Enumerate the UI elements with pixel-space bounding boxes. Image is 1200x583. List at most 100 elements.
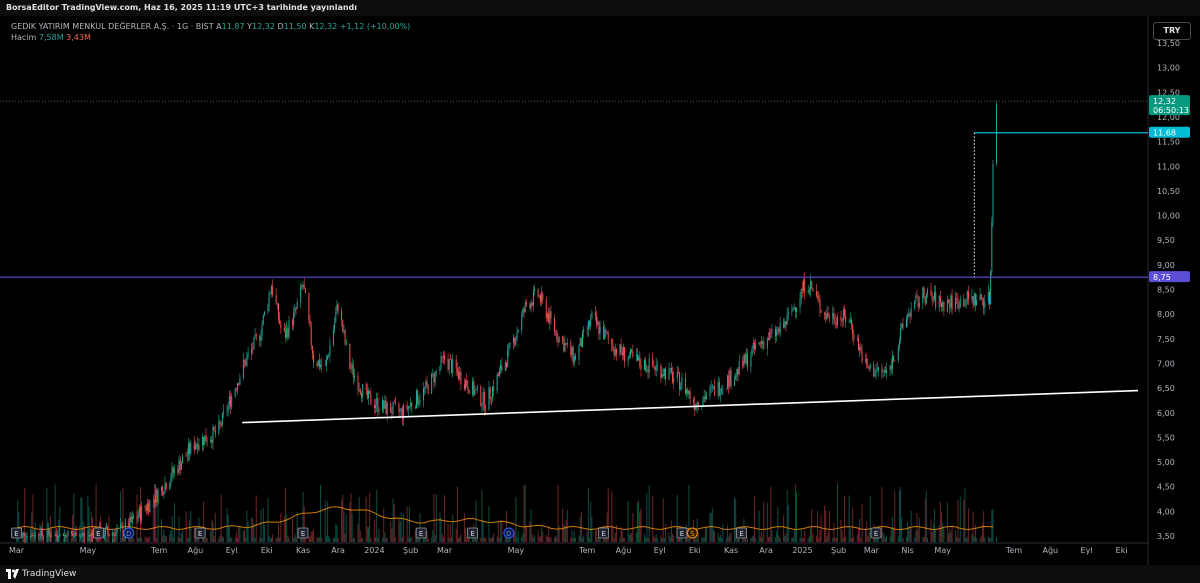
volume-bar xyxy=(957,500,959,542)
volume-bar xyxy=(909,526,911,542)
volume-bar xyxy=(949,528,951,542)
candle-body xyxy=(672,371,674,383)
volume-bar xyxy=(165,536,167,542)
volume-bar xyxy=(791,537,793,542)
time-tick-label: May xyxy=(934,546,951,555)
candle-body xyxy=(343,330,345,332)
candle-body xyxy=(303,284,305,289)
candle-body xyxy=(56,536,58,537)
candle-body xyxy=(268,293,270,306)
volume-bar xyxy=(205,537,207,542)
candle-body xyxy=(546,313,548,319)
candle-body xyxy=(448,359,450,370)
volume-bar xyxy=(187,537,189,542)
candle-body xyxy=(152,499,154,501)
candle-body xyxy=(883,370,885,372)
symbol-title[interactable]: GEDIK YATIRIM MENKUL DEĞERLER A.Ş. · 1G … xyxy=(11,22,214,31)
time-tick-label: Ara xyxy=(331,546,345,555)
volume-bar xyxy=(268,535,270,542)
candle-body xyxy=(441,356,443,358)
volume-bar xyxy=(760,531,762,542)
volume-bar xyxy=(840,519,842,542)
candle-body xyxy=(122,526,124,536)
volume-bar xyxy=(841,529,843,542)
candle-body xyxy=(350,368,352,370)
volume-bar xyxy=(141,537,143,542)
candle-body xyxy=(900,328,902,341)
volume-bar xyxy=(836,483,838,542)
volume-bar xyxy=(343,511,345,542)
volume-bar xyxy=(123,537,125,542)
candle-body xyxy=(38,534,40,536)
volume-bar xyxy=(755,537,757,542)
candle-body xyxy=(54,534,56,536)
volume-bar xyxy=(967,508,969,542)
candle-body xyxy=(594,312,596,317)
volume-bar xyxy=(991,510,993,542)
candle-body xyxy=(793,307,795,309)
candle-body xyxy=(973,293,975,306)
candle-body xyxy=(197,443,199,450)
candle-body xyxy=(497,374,499,376)
price-tick-label: 7,00 xyxy=(1157,359,1175,368)
volume-bar xyxy=(979,537,981,542)
volume-bar xyxy=(149,536,151,542)
candle-body xyxy=(353,375,355,378)
volume-bar xyxy=(673,535,675,542)
volume-bar xyxy=(336,525,338,542)
volume-label[interactable]: Hacim xyxy=(11,33,36,42)
volume-bar xyxy=(934,509,936,542)
earnings-marker-label: E xyxy=(680,530,684,538)
volume-bar xyxy=(435,494,437,542)
price-tick-label: 6,00 xyxy=(1157,409,1175,418)
earnings-marker-label: E xyxy=(419,530,423,538)
volume-bar xyxy=(415,537,417,542)
volume-bar xyxy=(587,487,589,542)
volume-bar xyxy=(702,537,704,542)
candle-body xyxy=(688,391,690,395)
candle-body xyxy=(827,312,829,317)
publish-info-text: BorsaEditor TradingView.com, Haz 16, 202… xyxy=(6,3,358,12)
volume-bar xyxy=(955,530,957,542)
time-tick-label: 2025 xyxy=(792,546,812,555)
candle-body xyxy=(378,410,380,412)
candle-body xyxy=(507,349,509,367)
volume-bar xyxy=(342,495,344,542)
currency-button[interactable]: TRY xyxy=(1153,22,1191,40)
price-chart[interactable]: 13,5013,0012,5012,0011,5011,0010,5010,00… xyxy=(0,0,1200,583)
volume-bar xyxy=(737,537,739,542)
dividend-marker-label: D xyxy=(126,530,131,538)
volume-bar xyxy=(624,537,626,542)
volume-bar xyxy=(190,510,192,542)
candle-body xyxy=(653,366,655,368)
volume-bar xyxy=(965,537,967,542)
candle-body xyxy=(252,348,254,350)
volume-bar xyxy=(972,511,974,542)
volume-bar xyxy=(352,537,354,542)
volume-bar xyxy=(914,537,916,542)
time-tick-label: Şub xyxy=(831,546,846,555)
volume-bar xyxy=(845,536,847,542)
volume-bar xyxy=(927,537,929,542)
volume-legend[interactable]: Hacim 7,58M 3,43M xyxy=(11,33,91,42)
volume-bar xyxy=(465,527,467,542)
candle-body xyxy=(849,319,851,323)
candle-body xyxy=(47,528,49,536)
candle-body xyxy=(722,388,724,390)
volume-bar xyxy=(490,538,492,542)
symbol-legend[interactable]: GEDIK YATIRIM MENKUL DEĞERLER A.Ş. · 1G … xyxy=(11,22,410,31)
volume-bar xyxy=(231,537,233,542)
candle-body xyxy=(655,365,657,371)
volume-bar xyxy=(886,535,888,542)
volume-bar xyxy=(391,528,393,542)
volume-bar xyxy=(269,537,271,542)
chart-grid xyxy=(0,16,1200,565)
volume-bar xyxy=(468,537,470,542)
volume-bar xyxy=(762,537,764,542)
candle-body xyxy=(327,356,329,360)
candle-body xyxy=(668,369,670,380)
candle-body xyxy=(910,308,912,317)
candle-body xyxy=(640,365,642,370)
candle-body xyxy=(451,359,453,373)
candle-body xyxy=(621,352,623,356)
